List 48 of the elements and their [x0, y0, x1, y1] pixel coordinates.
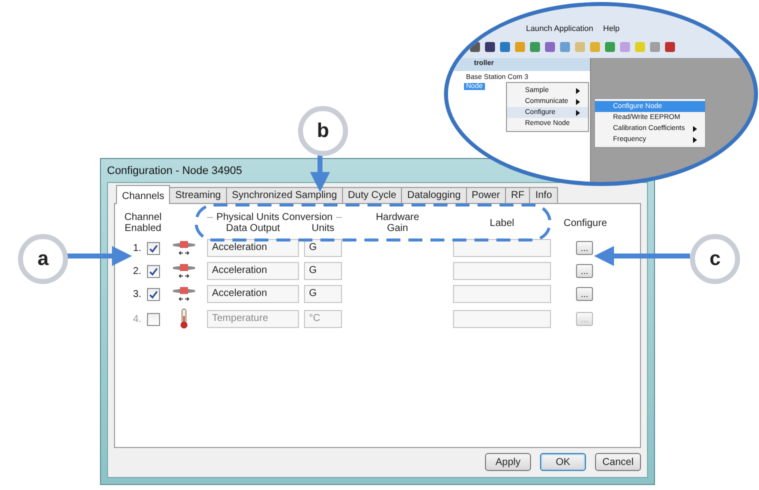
- column-header: Configure: [564, 218, 607, 228]
- dialog-button[interactable]: Cancel: [595, 453, 641, 471]
- column-header: Label: [488, 218, 516, 228]
- channel-number: 2.: [133, 266, 142, 276]
- data-output-field[interactable]: Acceleration: [207, 285, 299, 303]
- label-field[interactable]: [453, 310, 551, 328]
- accelerometer-icon: [170, 262, 196, 280]
- label-field[interactable]: [453, 239, 551, 257]
- configure-button[interactable]: ...: [576, 264, 593, 278]
- thermometer-icon: [178, 308, 190, 330]
- data-output-field[interactable]: Acceleration: [207, 262, 299, 280]
- column-header: Hardware Gain: [374, 212, 420, 234]
- dialog-button[interactable]: Apply: [485, 453, 531, 471]
- tab[interactable]: Info: [529, 187, 558, 203]
- units-field[interactable]: G: [304, 262, 342, 280]
- dialog-button[interactable]: OK: [540, 453, 586, 471]
- column-header: Units: [310, 223, 336, 234]
- tab[interactable]: RF: [505, 187, 530, 203]
- channel-number: 1.: [133, 242, 142, 254]
- accelerometer-icon: [170, 285, 196, 303]
- callout-badge: c: [690, 234, 740, 284]
- checkbox[interactable]: [147, 288, 160, 300]
- tab[interactable]: Datalogging: [401, 187, 467, 203]
- tab[interactable]: Power: [466, 187, 506, 203]
- label-field[interactable]: [453, 262, 551, 280]
- tab[interactable]: Channels: [116, 185, 170, 204]
- data-output-field[interactable]: Acceleration: [207, 239, 299, 257]
- channel-number: 3.: [133, 288, 142, 300]
- units-field[interactable]: G: [304, 285, 342, 303]
- group-header: Physical Units Conversion: [216, 212, 333, 223]
- column-header: Channel Enabled: [123, 212, 163, 234]
- callout-badge: b: [298, 106, 348, 156]
- channel-number: 4.: [133, 314, 142, 324]
- configure-button[interactable]: ...: [576, 287, 593, 301]
- tab[interactable]: Duty Cycle: [342, 187, 402, 203]
- units-field[interactable]: G: [304, 239, 342, 257]
- menu-item[interactable]: Help: [603, 24, 620, 33]
- label-field[interactable]: [453, 285, 551, 303]
- accelerometer-icon: [170, 239, 196, 257]
- tab[interactable]: Synchronized Sampling: [226, 187, 343, 203]
- callout-badge: a: [18, 234, 68, 284]
- tab[interactable]: Streaming: [169, 187, 227, 203]
- checkbox[interactable]: [147, 264, 160, 278]
- menu-item[interactable]: Launch Application: [526, 24, 594, 33]
- column-header: Data Output: [225, 223, 281, 234]
- window-title: Configuration - Node 34905: [107, 165, 242, 177]
- configure-button[interactable]: ...: [576, 241, 593, 255]
- checkbox[interactable]: [147, 242, 160, 254]
